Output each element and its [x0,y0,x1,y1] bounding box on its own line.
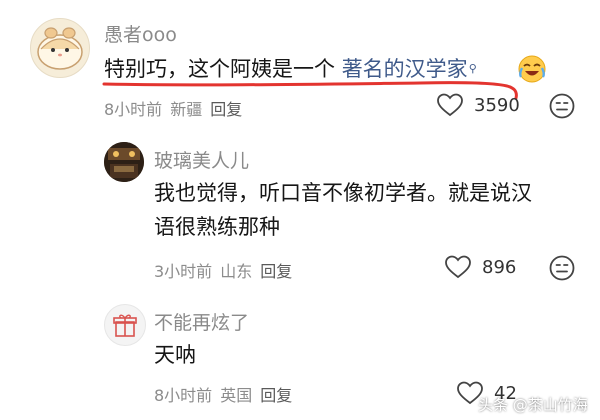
comment-location: 英国 [220,386,253,405]
emoji-reaction-button[interactable] [548,92,576,120]
emoji-reaction-button[interactable] [548,254,576,282]
avatar[interactable] [104,304,146,346]
reply-button[interactable]: 回复 [260,386,292,405]
comment-time: 3小时前 [154,262,213,281]
comment-text-line: 语很熟练那种 [154,215,280,239]
hamster-avatar-icon [37,27,83,70]
expressionless-face-icon [549,255,575,281]
comment-text-line: 我也觉得，听口音不像初学者。就是说汉 [154,181,532,205]
avatar[interactable] [30,18,90,78]
comment-text: 天呐 [154,343,196,367]
comment-text: 我也觉得，听口音不像初学者。就是说汉 语很熟练那种 [154,176,532,244]
comment-location: 山东 [220,262,253,281]
comment-username[interactable]: 玻璃美人儿 [154,146,249,173]
comment-username[interactable]: 不能再炫了 [154,308,249,335]
crying-laughing-emoji-icon [518,55,546,83]
comment-location: 新疆 [170,100,203,119]
watermark: 头条 @茶山竹海 [478,396,588,414]
like-button[interactable]: 3590 [436,92,520,118]
comment-emoji [516,52,548,84]
like-button[interactable]: 896 [444,254,516,280]
interior-photo-avatar-icon [104,142,144,182]
reply-button[interactable]: 回复 [210,100,242,119]
comment-meta: 8小时前 英国 回复 [154,382,300,406]
like-count: 3590 [474,94,520,116]
comment-text: 特别巧，这个阿姨是一个 著名的汉学家⚲ [104,52,477,86]
search-icon[interactable]: ⚲ [469,62,477,75]
comment-time: 8小时前 [154,386,213,405]
comment-text-main: 特别巧，这个阿姨是一个 [104,57,342,81]
heart-icon [437,93,463,117]
reply-button[interactable]: 回复 [260,262,292,281]
comment-meta: 3小时前 山东 回复 [154,258,300,282]
comment-username[interactable]: 愚者ooo [104,20,177,47]
gift-icon [113,314,137,337]
expressionless-face-icon [549,93,575,119]
comment-link[interactable]: 著名的汉学家 [342,57,468,81]
comment-meta: 8小时前 新疆 回复 [104,96,250,120]
heart-icon [445,255,471,279]
like-count: 896 [482,256,517,278]
comment-time: 8小时前 [104,100,163,119]
avatar[interactable] [104,142,144,182]
